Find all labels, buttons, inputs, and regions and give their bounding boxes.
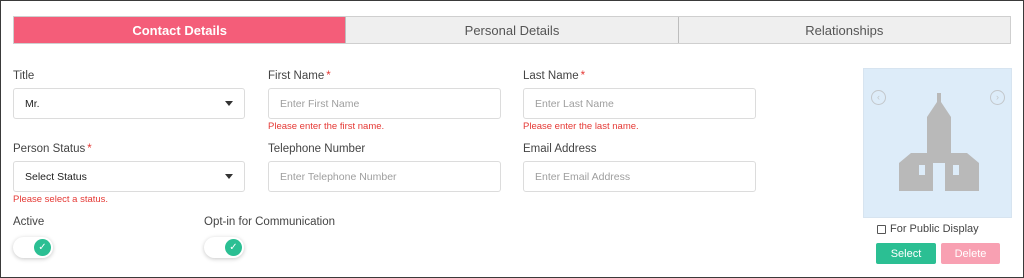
title-label: Title	[13, 70, 35, 82]
telephone-placeholder: Enter Telephone Number	[280, 170, 397, 183]
person-status-select[interactable]: Select Status	[13, 161, 245, 192]
arrow-left-icon[interactable]: ‹	[871, 90, 886, 105]
photo-delete-button[interactable]: Delete	[941, 243, 1000, 264]
tab-personal-details[interactable]: Personal Details	[346, 17, 679, 43]
last-name-error: Please enter the last name.	[523, 121, 639, 132]
person-status-label: Person Status *	[13, 143, 92, 155]
person-status-error: Please select a status.	[13, 194, 109, 205]
first-name-error: Please enter the first name.	[268, 121, 385, 132]
title-select-value: Mr.	[25, 97, 40, 110]
chevron-down-icon	[225, 174, 233, 179]
public-display-label: For Public Display	[890, 223, 979, 235]
tab-bar: Contact Details Personal Details Relatio…	[13, 16, 1011, 44]
tab-contact-details[interactable]: Contact Details	[14, 17, 347, 43]
public-display-checkbox[interactable]: For Public Display	[877, 223, 979, 235]
first-name-label-text: First Name	[268, 70, 325, 82]
check-icon: ✓	[225, 239, 242, 256]
required-mark: *	[87, 143, 92, 155]
church-icon	[899, 93, 979, 191]
opt-in-label: Opt-in for Communication	[204, 216, 336, 228]
first-name-label: First Name *	[268, 70, 331, 82]
photo-select-button[interactable]: Select	[876, 243, 936, 264]
check-icon: ✓	[34, 239, 51, 256]
required-mark: *	[580, 70, 586, 82]
active-toggle[interactable]: ✓	[13, 237, 53, 258]
required-mark: *	[326, 70, 331, 82]
last-name-label-text: Last Name	[523, 70, 579, 82]
telephone-input[interactable]: Enter Telephone Number	[268, 161, 501, 192]
active-label: Active	[13, 216, 45, 228]
tab-relationships[interactable]: Relationships	[678, 17, 1010, 43]
person-status-select-value: Select Status	[25, 170, 87, 183]
last-name-input[interactable]: Enter Last Name	[523, 88, 756, 119]
email-label: Email Address	[523, 143, 597, 155]
last-name-label: Last Name *	[523, 70, 585, 82]
opt-in-toggle[interactable]: ✓	[204, 237, 244, 258]
contact-form-panel: Contact Details Personal Details Relatio…	[0, 0, 1024, 278]
chevron-down-icon	[225, 101, 233, 106]
email-input[interactable]: Enter Email Address	[523, 161, 756, 192]
email-placeholder: Enter Email Address	[535, 170, 631, 183]
person-status-label-text: Person Status	[13, 143, 86, 155]
arrow-right-icon[interactable]: ›	[990, 90, 1005, 105]
first-name-input[interactable]: Enter First Name	[268, 88, 501, 119]
telephone-label: Telephone Number	[268, 143, 366, 155]
checkbox-icon	[877, 224, 886, 234]
first-name-placeholder: Enter First Name	[280, 97, 360, 110]
last-name-placeholder: Enter Last Name	[535, 97, 614, 110]
title-select[interactable]: Mr.	[13, 88, 245, 119]
